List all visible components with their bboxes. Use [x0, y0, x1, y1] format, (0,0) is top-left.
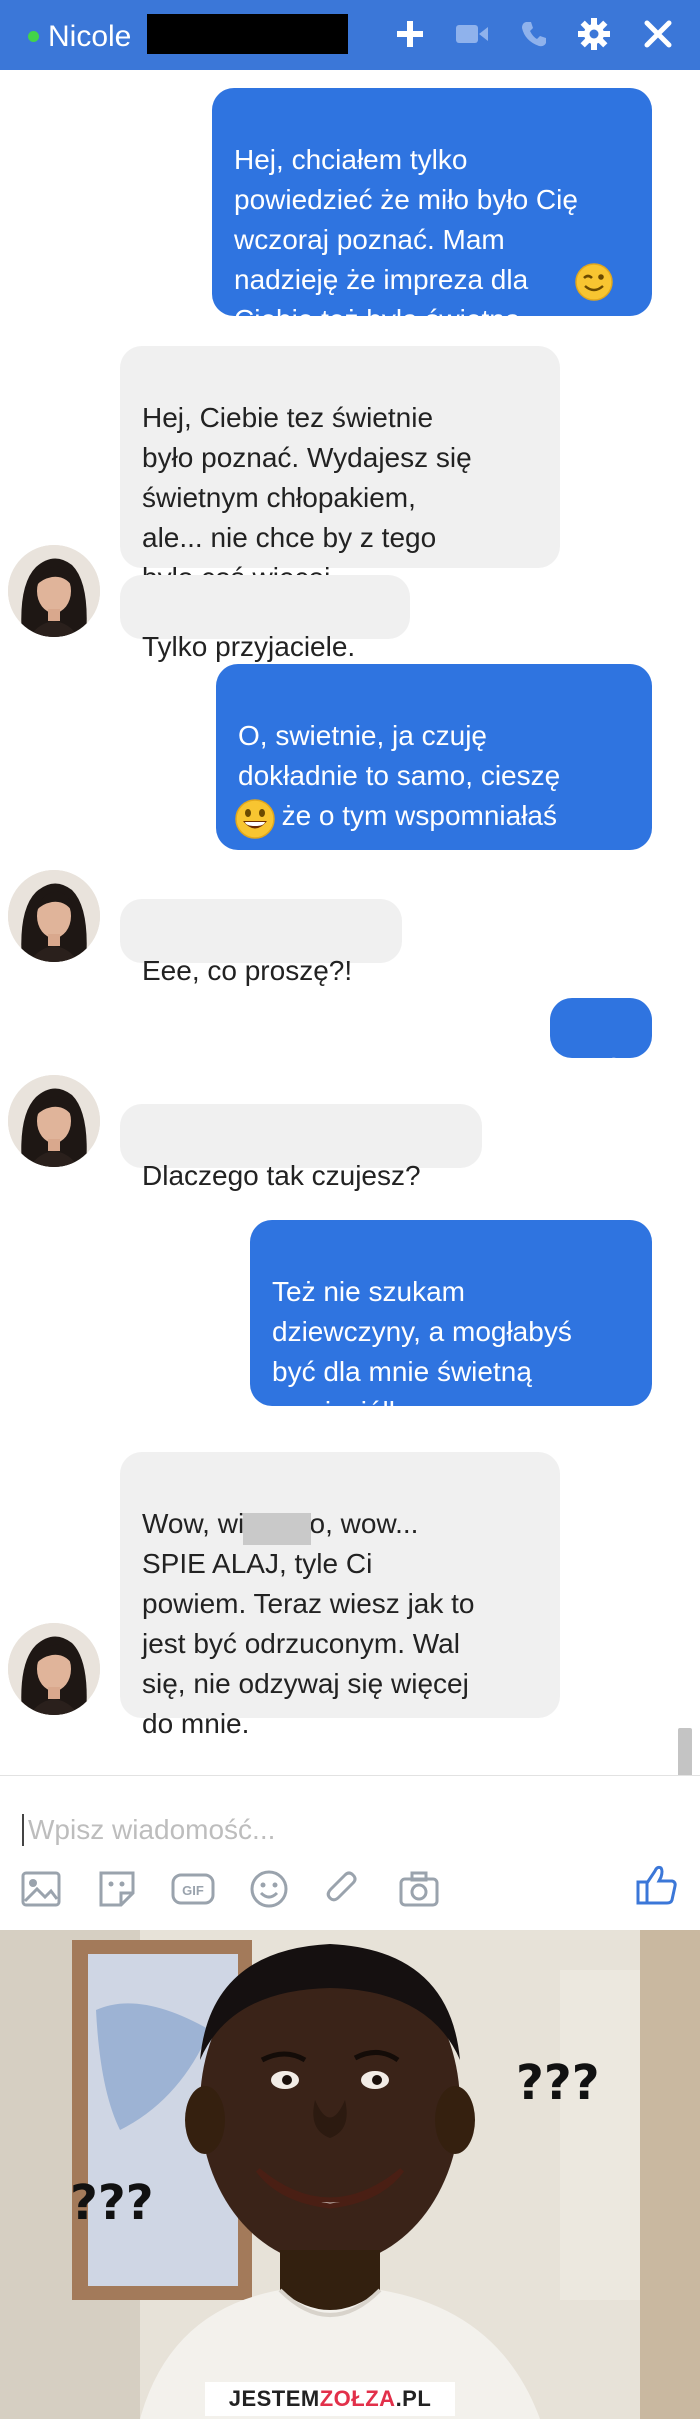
- contact-avatar[interactable]: [8, 1075, 100, 1167]
- gif-icon[interactable]: GIF: [170, 1866, 216, 1912]
- sticker-icon[interactable]: [94, 1866, 140, 1912]
- video-icon[interactable]: [452, 14, 492, 54]
- watermark-text-1: JESTEM: [228, 2386, 320, 2411]
- thumbs-up-icon[interactable]: [634, 1862, 680, 1908]
- online-status-dot: [28, 31, 39, 42]
- watermark-text-2: ZOŁZA: [319, 2386, 396, 2411]
- incoming-message: Hej, Ciebie tez świetnie było poznać. Wy…: [120, 346, 560, 593]
- outgoing-message: Hej, chciałem tylko powiedzieć że miło b…: [212, 88, 652, 335]
- message-text: He?: [570, 1052, 622, 1083]
- message-input[interactable]: Wpisz wiadomość...: [22, 1814, 275, 1846]
- close-icon[interactable]: [638, 14, 678, 54]
- outgoing-message: O, swietnie, ja czuję dokładnie to samo,…: [216, 664, 652, 850]
- gear-icon[interactable]: [574, 14, 614, 54]
- incoming-message: Wow, wiesz co, wow... SPIE ALAJ, tyle Ci…: [120, 1452, 560, 1739]
- message-thread[interactable]: Hej, chciałem tylko powiedzieć że miło b…: [0, 70, 700, 1778]
- scrollbar-thumb[interactable]: [678, 1728, 692, 1778]
- message-composer: Wpisz wiadomość... GIF: [0, 1775, 700, 1930]
- plus-icon[interactable]: [390, 14, 430, 54]
- watermark-text-3: .PL: [395, 2386, 432, 2411]
- contact-avatar[interactable]: [8, 1623, 100, 1715]
- site-watermark: JESTEM ZOŁZA .PL: [205, 2382, 455, 2416]
- reaction-meme-image: ??? ???: [0, 1930, 700, 2419]
- message-text: Też nie szukam dziewczyny, a mogłabyś by…: [272, 1276, 572, 1427]
- redacted-surname-bar: [147, 14, 348, 54]
- incoming-message: Dlaczego tak czujesz?: [120, 1104, 482, 1191]
- image-icon[interactable]: [18, 1866, 64, 1912]
- svg-text:GIF: GIF: [182, 1883, 204, 1898]
- emoji-icon[interactable]: [246, 1866, 292, 1912]
- contact-avatar[interactable]: [8, 870, 100, 962]
- left-question-marks: ???: [70, 2175, 154, 2231]
- incoming-message: Eee, co proszę?!: [120, 899, 402, 986]
- grin-emoji-icon: [235, 799, 275, 839]
- outgoing-message: He?: [550, 998, 652, 1083]
- message-text: O, swietnie, ja czuję dokładnie to samo,…: [238, 720, 561, 831]
- wink-emoji-icon: [575, 263, 613, 301]
- phone-icon[interactable]: [514, 14, 554, 54]
- contact-avatar[interactable]: [8, 545, 100, 637]
- message-text: Eee, co proszę?!: [142, 955, 353, 986]
- message-text: Hej, Ciebie tez świetnie było poznać. Wy…: [142, 402, 472, 593]
- contact-name[interactable]: Nicole: [48, 20, 131, 54]
- outgoing-message: Też nie szukam dziewczyny, a mogłabyś by…: [250, 1220, 652, 1427]
- incoming-message: Tylko przyjaciele.: [120, 575, 410, 662]
- chat-header: Nicole: [0, 0, 700, 70]
- right-question-marks: ???: [516, 2055, 600, 2111]
- camera-icon[interactable]: [396, 1866, 442, 1912]
- message-text: Hej, chciałem tylko powiedzieć że miło b…: [234, 144, 578, 335]
- attachment-icon[interactable]: [320, 1866, 366, 1912]
- message-text: Tylko przyjaciele.: [142, 631, 356, 662]
- message-text: Dlaczego tak czujesz?: [142, 1160, 421, 1191]
- censor-block: [243, 1513, 311, 1545]
